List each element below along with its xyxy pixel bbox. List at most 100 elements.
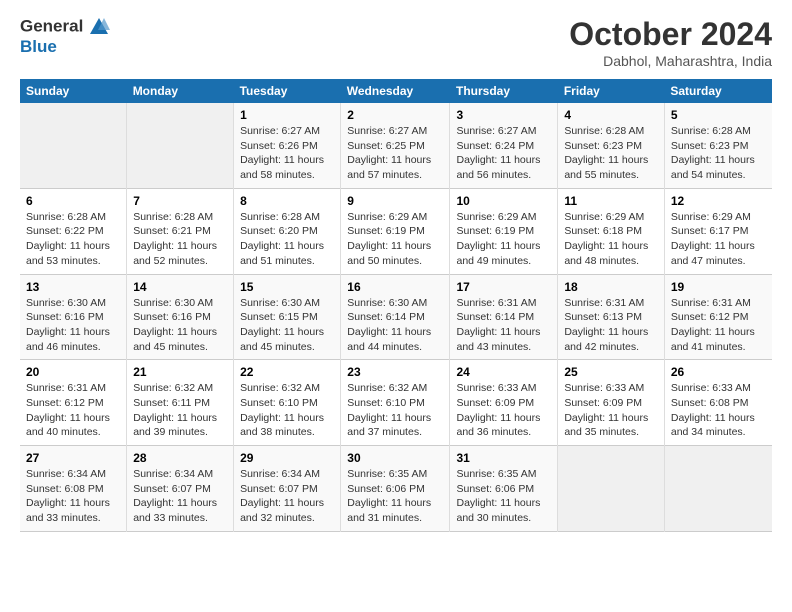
logo-blue: Blue (20, 38, 110, 57)
day-info: Sunrise: 6:33 AM Sunset: 6:08 PM Dayligh… (671, 381, 766, 440)
calendar-cell: 31Sunrise: 6:35 AM Sunset: 6:06 PM Dayli… (450, 446, 558, 532)
calendar-cell: 11 Sunrise: 6:29 AM Sunset: 6:18 PM Dayli… (558, 188, 665, 274)
day-number: 5 (671, 108, 766, 122)
col-header-tuesday: Tuesday (234, 79, 341, 103)
day-info: Sunrise: 6:31 AM Sunset: 6:13 PM Dayligh… (564, 296, 658, 355)
header-row: SundayMondayTuesdayWednesdayThursdayFrid… (20, 79, 772, 103)
calendar-cell: 13 Sunrise: 6:30 AM Sunset: 6:16 PM Dayli… (20, 274, 127, 360)
calendar-cell: 9 Sunrise: 6:29 AM Sunset: 6:19 PM Daylig… (341, 188, 450, 274)
main-title: October 2024 (569, 16, 772, 53)
day-number: 27 (26, 451, 120, 465)
calendar-table: SundayMondayTuesdayWednesdayThursdayFrid… (20, 79, 772, 532)
day-info: Sunrise: 6:34 AM Sunset: 6:07 PM Dayligh… (133, 467, 227, 526)
day-number: 6 (26, 194, 120, 208)
day-info: Sunrise: 6:30 AM Sunset: 6:16 PM Dayligh… (26, 296, 120, 355)
calendar-cell (558, 446, 665, 532)
day-info: Sunrise: 6:29 AM Sunset: 6:18 PM Dayligh… (564, 210, 658, 269)
day-number: 7 (133, 194, 227, 208)
calendar-cell: 14 Sunrise: 6:30 AM Sunset: 6:16 PM Dayli… (127, 274, 234, 360)
week-row-3: 13 Sunrise: 6:30 AM Sunset: 6:16 PM Dayli… (20, 274, 772, 360)
calendar-cell: 4Sunrise: 6:28 AM Sunset: 6:23 PM Daylig… (558, 103, 665, 188)
calendar-cell: 30Sunrise: 6:35 AM Sunset: 6:06 PM Dayli… (341, 446, 450, 532)
calendar-cell: 6 Sunrise: 6:28 AM Sunset: 6:22 PM Daylig… (20, 188, 127, 274)
calendar-cell: 15Sunrise: 6:30 AM Sunset: 6:15 PM Dayli… (234, 274, 341, 360)
day-number: 8 (240, 194, 334, 208)
day-number: 19 (671, 280, 766, 294)
day-info: Sunrise: 6:29 AM Sunset: 6:19 PM Dayligh… (456, 210, 551, 269)
day-number: 29 (240, 451, 334, 465)
day-number: 26 (671, 365, 766, 379)
col-header-monday: Monday (127, 79, 234, 103)
main-container: General Blue October 2024 Dabhol, Mahara… (0, 0, 792, 542)
calendar-cell: 1Sunrise: 6:27 AM Sunset: 6:26 PM Daylig… (234, 103, 341, 188)
calendar-cell: 19 Sunrise: 6:31 AM Sunset: 6:12 PM Dayli… (664, 274, 772, 360)
week-row-4: 20Sunrise: 6:31 AM Sunset: 6:12 PM Dayli… (20, 360, 772, 446)
day-info: Sunrise: 6:27 AM Sunset: 6:25 PM Dayligh… (347, 124, 443, 183)
day-info: Sunrise: 6:31 AM Sunset: 6:12 PM Dayligh… (671, 296, 766, 355)
day-number: 10 (456, 194, 551, 208)
calendar-cell: 20Sunrise: 6:31 AM Sunset: 6:12 PM Dayli… (20, 360, 127, 446)
day-info: Sunrise: 6:35 AM Sunset: 6:06 PM Dayligh… (456, 467, 551, 526)
day-number: 20 (26, 365, 120, 379)
col-header-sunday: Sunday (20, 79, 127, 103)
week-row-2: 6 Sunrise: 6:28 AM Sunset: 6:22 PM Daylig… (20, 188, 772, 274)
day-info: Sunrise: 6:35 AM Sunset: 6:06 PM Dayligh… (347, 467, 443, 526)
day-number: 18 (564, 280, 658, 294)
calendar-cell: 24 Sunrise: 6:33 AM Sunset: 6:09 PM Dayli… (450, 360, 558, 446)
day-info: Sunrise: 6:28 AM Sunset: 6:21 PM Dayligh… (133, 210, 227, 269)
day-number: 9 (347, 194, 443, 208)
col-header-friday: Friday (558, 79, 665, 103)
calendar-cell: 3 Sunrise: 6:27 AM Sunset: 6:24 PM Daylig… (450, 103, 558, 188)
col-header-saturday: Saturday (664, 79, 772, 103)
day-info: Sunrise: 6:27 AM Sunset: 6:24 PM Dayligh… (456, 124, 551, 183)
logo: General Blue (20, 16, 110, 57)
calendar-cell: 2 Sunrise: 6:27 AM Sunset: 6:25 PM Daylig… (341, 103, 450, 188)
calendar-cell (127, 103, 234, 188)
calendar-cell: 18 Sunrise: 6:31 AM Sunset: 6:13 PM Dayli… (558, 274, 665, 360)
day-info: Sunrise: 6:30 AM Sunset: 6:16 PM Dayligh… (133, 296, 227, 355)
day-number: 25 (564, 365, 658, 379)
header: General Blue October 2024 Dabhol, Mahara… (20, 16, 772, 69)
calendar-cell: 12 Sunrise: 6:29 AM Sunset: 6:17 PM Dayli… (664, 188, 772, 274)
day-number: 24 (456, 365, 551, 379)
title-block: October 2024 Dabhol, Maharashtra, India (569, 16, 772, 69)
day-number: 14 (133, 280, 227, 294)
calendar-cell: 5Sunrise: 6:28 AM Sunset: 6:23 PM Daylig… (664, 103, 772, 188)
day-number: 12 (671, 194, 766, 208)
week-row-5: 27 Sunrise: 6:34 AM Sunset: 6:08 PM Dayli… (20, 446, 772, 532)
calendar-cell: 22Sunrise: 6:32 AM Sunset: 6:10 PM Dayli… (234, 360, 341, 446)
calendar-cell (664, 446, 772, 532)
day-number: 15 (240, 280, 334, 294)
calendar-cell: 27 Sunrise: 6:34 AM Sunset: 6:08 PM Dayli… (20, 446, 127, 532)
calendar-cell: 10 Sunrise: 6:29 AM Sunset: 6:19 PM Dayli… (450, 188, 558, 274)
day-number: 11 (564, 194, 658, 208)
col-header-wednesday: Wednesday (341, 79, 450, 103)
calendar-cell: 26 Sunrise: 6:33 AM Sunset: 6:08 PM Dayli… (664, 360, 772, 446)
day-number: 3 (456, 108, 551, 122)
day-number: 23 (347, 365, 443, 379)
day-info: Sunrise: 6:34 AM Sunset: 6:08 PM Dayligh… (26, 467, 120, 526)
day-number: 17 (456, 280, 551, 294)
day-info: Sunrise: 6:33 AM Sunset: 6:09 PM Dayligh… (456, 381, 551, 440)
day-number: 28 (133, 451, 227, 465)
day-info: Sunrise: 6:28 AM Sunset: 6:22 PM Dayligh… (26, 210, 120, 269)
day-number: 21 (133, 365, 227, 379)
day-info: Sunrise: 6:29 AM Sunset: 6:17 PM Dayligh… (671, 210, 766, 269)
subtitle: Dabhol, Maharashtra, India (569, 53, 772, 69)
day-number: 16 (347, 280, 443, 294)
day-info: Sunrise: 6:33 AM Sunset: 6:09 PM Dayligh… (564, 381, 658, 440)
calendar-cell: 21 Sunrise: 6:32 AM Sunset: 6:11 PM Dayli… (127, 360, 234, 446)
day-info: Sunrise: 6:34 AM Sunset: 6:07 PM Dayligh… (240, 467, 334, 526)
day-info: Sunrise: 6:31 AM Sunset: 6:14 PM Dayligh… (456, 296, 551, 355)
week-row-1: 1Sunrise: 6:27 AM Sunset: 6:26 PM Daylig… (20, 103, 772, 188)
calendar-cell (20, 103, 127, 188)
day-info: Sunrise: 6:32 AM Sunset: 6:11 PM Dayligh… (133, 381, 227, 440)
day-number: 13 (26, 280, 120, 294)
calendar-cell: 17 Sunrise: 6:31 AM Sunset: 6:14 PM Dayli… (450, 274, 558, 360)
day-number: 2 (347, 108, 443, 122)
col-header-thursday: Thursday (450, 79, 558, 103)
day-info: Sunrise: 6:29 AM Sunset: 6:19 PM Dayligh… (347, 210, 443, 269)
calendar-cell: 7 Sunrise: 6:28 AM Sunset: 6:21 PM Daylig… (127, 188, 234, 274)
day-number: 22 (240, 365, 334, 379)
calendar-cell: 8Sunrise: 6:28 AM Sunset: 6:20 PM Daylig… (234, 188, 341, 274)
